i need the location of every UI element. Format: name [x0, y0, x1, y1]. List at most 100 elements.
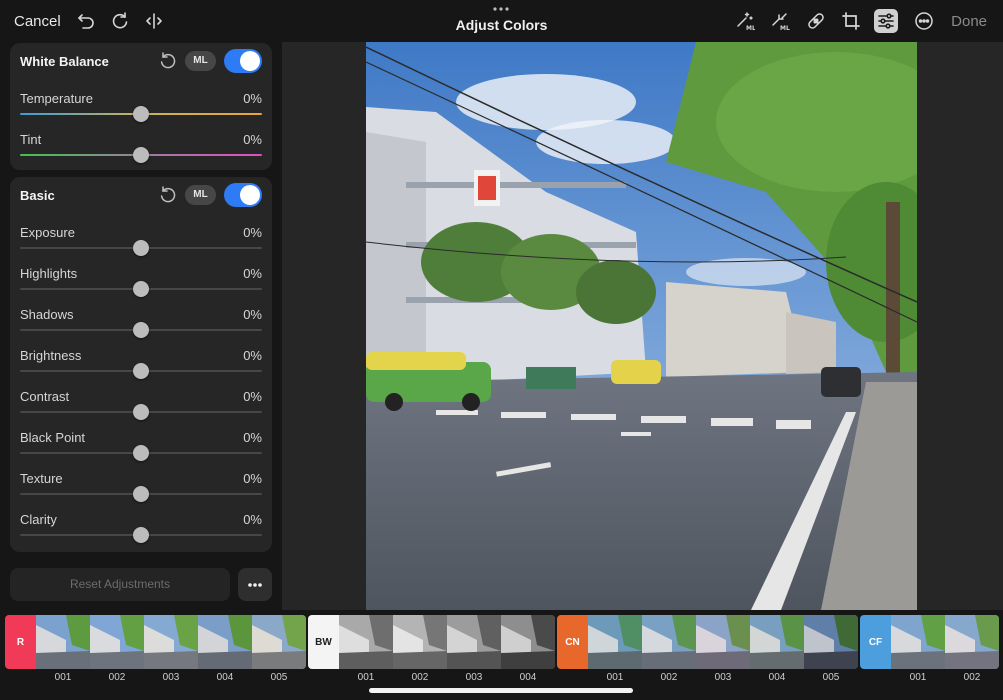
slider-row-clarity: Clarity 0%: [10, 510, 272, 551]
white-balance-reset-icon[interactable]: [158, 51, 178, 71]
more-icon[interactable]: [912, 9, 936, 33]
top-bar: Cancel Adjust Colors ML ML Done: [0, 0, 1003, 42]
shadows-slider-thumb[interactable]: [133, 322, 149, 338]
white-balance-panel: White Balance ML Temperature 0% Tint 0%: [10, 43, 272, 170]
preset-label: 003: [714, 672, 732, 683]
preset-thumbnail[interactable]: [90, 615, 144, 669]
preset-badge-r[interactable]: R: [5, 615, 36, 669]
slider-row-exposure: Exposure 0%: [10, 223, 272, 264]
slider-value: 0%: [243, 307, 262, 322]
slider-label: Contrast: [20, 389, 70, 404]
basic-panel: Basic ML Exposure 0% Highlights 0% Shado…: [10, 177, 272, 552]
ml-auto-icon[interactable]: ML: [768, 9, 792, 33]
preset-thumbnail[interactable]: [447, 615, 501, 669]
preset-thumbnail[interactable]: [339, 615, 393, 669]
preset-thumbnail[interactable]: [945, 615, 999, 669]
heal-icon[interactable]: [804, 9, 828, 33]
preset-thumbnail[interactable]: [198, 615, 252, 669]
done-button[interactable]: Done: [951, 13, 987, 30]
slider-value: 0%: [243, 430, 262, 445]
exposure-slider-thumb[interactable]: [133, 240, 149, 256]
preset-label: 001: [54, 672, 72, 683]
preset-label: 004: [519, 672, 537, 683]
toggle-knob: [240, 51, 260, 71]
preset-thumbnail[interactable]: [501, 615, 555, 669]
more-options-button[interactable]: [238, 568, 272, 601]
brightness-slider-thumb[interactable]: [133, 363, 149, 379]
preset-label: 001: [909, 672, 927, 683]
preset-label: 001: [357, 672, 375, 683]
slider-value: 0%: [243, 91, 262, 106]
slider-value: 0%: [243, 132, 262, 147]
tint-slider-thumb[interactable]: [133, 147, 149, 163]
adjust-icon[interactable]: [874, 9, 898, 33]
slider-label: Texture: [20, 471, 63, 486]
slider-row-shadows: Shadows 0%: [10, 305, 272, 346]
preset-thumbnail[interactable]: [252, 615, 306, 669]
reset-adjustments-button[interactable]: Reset Adjustments: [10, 568, 230, 601]
slider-label: Clarity: [20, 512, 57, 527]
preset-group-cn: CN: [557, 615, 858, 669]
preset-thumbnail[interactable]: [750, 615, 804, 669]
black-point-slider-thumb[interactable]: [133, 445, 149, 461]
compare-icon[interactable]: [142, 9, 166, 33]
preset-label: 002: [963, 672, 981, 683]
preset-thumbnail[interactable]: [144, 615, 198, 669]
slider-row-highlights: Highlights 0%: [10, 264, 272, 305]
preset-label: 002: [411, 672, 429, 683]
slider-label: Temperature: [20, 91, 93, 106]
texture-slider-thumb[interactable]: [133, 486, 149, 502]
crop-icon[interactable]: [839, 9, 863, 33]
white-balance-ml-button[interactable]: ML: [185, 51, 216, 71]
undo-icon[interactable]: [74, 9, 98, 33]
photo-canvas[interactable]: [282, 42, 1003, 610]
highlights-slider-thumb[interactable]: [133, 281, 149, 297]
basic-title: Basic: [20, 188, 55, 203]
photo-preview[interactable]: [366, 42, 917, 610]
preset-thumbnail[interactable]: [696, 615, 750, 669]
slider-row-texture: Texture 0%: [10, 469, 272, 510]
preset-label: 002: [108, 672, 126, 683]
slider-value: 0%: [243, 348, 262, 363]
more-dots-icon: [248, 582, 262, 587]
white-balance-toggle[interactable]: [224, 49, 262, 73]
contrast-slider-thumb[interactable]: [133, 404, 149, 420]
preset-thumbnail[interactable]: [588, 615, 642, 669]
slider-value: 0%: [243, 389, 262, 404]
slider-label: Exposure: [20, 225, 75, 240]
preset-thumbnail[interactable]: [642, 615, 696, 669]
preset-group-cf: CF: [860, 615, 999, 669]
slider-value: 0%: [243, 512, 262, 527]
street-photo-image: [366, 42, 917, 610]
preset-badge-bw[interactable]: BW: [308, 615, 339, 669]
preset-thumbnail[interactable]: [36, 615, 90, 669]
basic-reset-icon[interactable]: [158, 185, 178, 205]
basic-toggle[interactable]: [224, 183, 262, 207]
preset-label: 005: [822, 672, 840, 683]
preset-filmstrip[interactable]: R 001 002 003 004 005 BW 001 002 003 004…: [0, 610, 1003, 700]
preset-label: 003: [162, 672, 180, 683]
slider-label: Tint: [20, 132, 42, 147]
svg-text:ML: ML: [746, 25, 755, 31]
temperature-slider-thumb[interactable]: [133, 106, 149, 122]
cancel-button[interactable]: Cancel: [14, 13, 61, 30]
slider-label: Highlights: [20, 266, 78, 281]
slider-label: Black Point: [20, 430, 86, 445]
window-dots-icon[interactable]: [491, 6, 511, 12]
slider-row-brightness: Brightness 0%: [10, 346, 272, 387]
toggle-knob: [240, 185, 260, 205]
slider-row-contrast: Contrast 0%: [10, 387, 272, 428]
preset-thumbnail[interactable]: [804, 615, 858, 669]
preset-thumbnail[interactable]: [393, 615, 447, 669]
preset-badge-cn[interactable]: CN: [557, 615, 588, 669]
preset-group-bw: BW: [308, 615, 555, 669]
slider-value: 0%: [243, 225, 262, 240]
basic-ml-button[interactable]: ML: [185, 185, 216, 205]
clarity-slider-thumb[interactable]: [133, 527, 149, 543]
preset-thumbnail[interactable]: [891, 615, 945, 669]
slider-value: 0%: [243, 266, 262, 281]
slider-row-tint: Tint 0%: [10, 130, 272, 171]
redo-icon[interactable]: [108, 9, 132, 33]
ml-wand-icon[interactable]: ML: [733, 9, 757, 33]
preset-badge-cf[interactable]: CF: [860, 615, 891, 669]
